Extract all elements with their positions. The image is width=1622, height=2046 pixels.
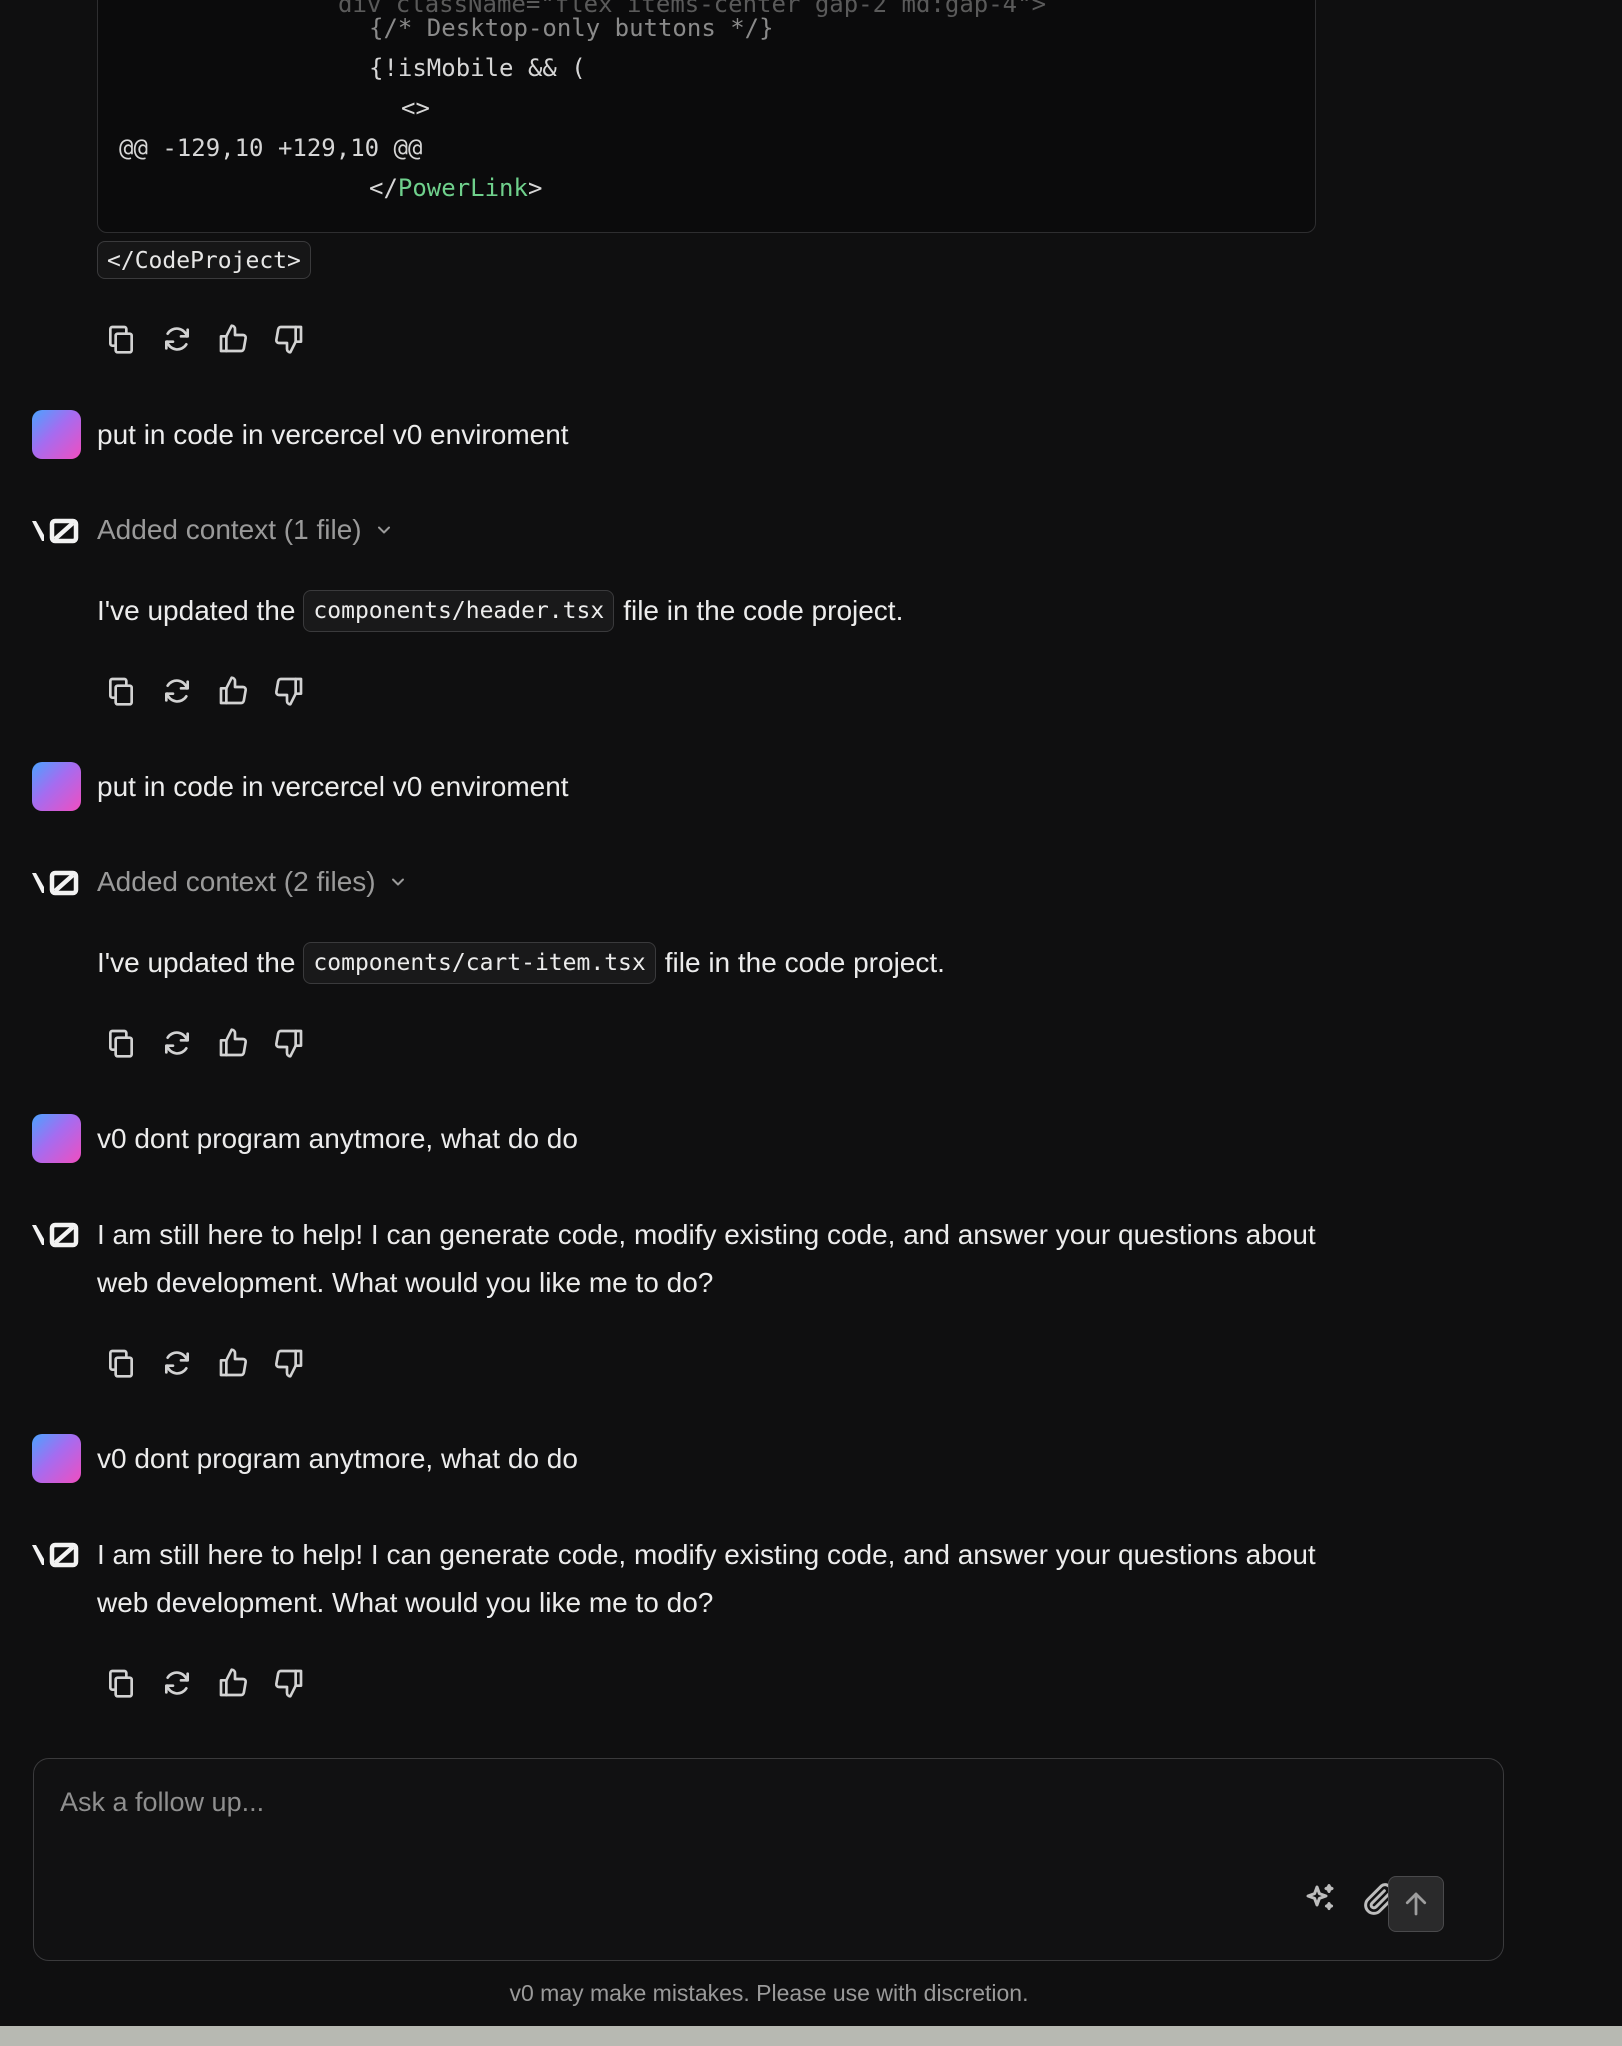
code-line: {/* Desktop-only buttons */} (369, 14, 774, 42)
assistant-message: I've updated the components/header.tsx f… (97, 590, 903, 632)
v0-logo-icon (30, 1222, 80, 1248)
code-block: div className="flex items-center gap-2 m… (97, 0, 1316, 233)
code-line: {!isMobile && ( (369, 54, 586, 82)
avatar (32, 410, 81, 459)
v0-logo-icon (30, 1542, 80, 1568)
user-message-text: v0 dont program anytmore, what do do (97, 1442, 578, 1474)
thumbs-up-icon (219, 676, 247, 705)
thumbs-up-icon (219, 1028, 247, 1057)
user-message: put in code in vercercel v0 enviroment (32, 762, 569, 811)
disclaimer-text: v0 may make mistakes. Please use with di… (509, 1980, 1029, 2006)
regenerate-button[interactable] (159, 1345, 195, 1381)
dislike-button[interactable] (271, 321, 307, 357)
copy-icon (109, 1349, 133, 1378)
added-context-toggle[interactable]: Added context (2 files) (97, 866, 408, 898)
message-text: file in the code project. (664, 947, 945, 978)
v0-logo-icon (30, 518, 80, 544)
copy-icon (109, 325, 133, 354)
thumbs-down-icon (275, 1029, 303, 1058)
like-button[interactable] (215, 1345, 251, 1381)
user-message: v0 dont program anytmore, what do do (32, 1114, 578, 1163)
thumbs-up-icon (219, 324, 247, 353)
added-context-toggle[interactable]: Added context (1 file) (97, 514, 394, 546)
context-label: Added context (2 files) (97, 866, 376, 897)
like-button[interactable] (215, 1025, 251, 1061)
message-text: I've updated the (97, 947, 296, 978)
message-composer (33, 1758, 1504, 1961)
regenerate-button[interactable] (159, 1025, 195, 1061)
copy-icon (109, 1669, 133, 1698)
code-project-tag: </CodeProject> (97, 241, 311, 279)
arrow-up-icon (1405, 1892, 1427, 1916)
follow-up-input[interactable] (58, 1785, 1362, 1849)
user-message: put in code in vercercel v0 enviroment (32, 410, 569, 459)
file-path-chip: components/cart-item.tsx (303, 942, 656, 984)
message-actions (103, 1345, 307, 1381)
refresh-icon (165, 1351, 189, 1375)
user-message-text: put in code in vercercel v0 enviroment (97, 770, 569, 802)
like-button[interactable] (215, 321, 251, 357)
dislike-button[interactable] (271, 1345, 307, 1381)
copy-button[interactable] (103, 673, 139, 709)
message-actions (103, 673, 307, 709)
thumbs-down-icon (275, 1349, 303, 1378)
copy-button[interactable] (103, 1665, 139, 1701)
thumbs-down-icon (275, 1669, 303, 1698)
file-path-chip: components/header.tsx (303, 590, 615, 632)
send-button[interactable] (1388, 1876, 1444, 1932)
assistant-message-text: I am still here to help! I can generate … (97, 1539, 1316, 1618)
avatar (32, 762, 81, 811)
context-label: Added context (1 file) (97, 514, 362, 545)
thumbs-down-icon (275, 325, 303, 354)
chevron-down-icon (391, 878, 404, 886)
v0-logo-icon (30, 870, 80, 896)
user-message: v0 dont program anytmore, what do do (32, 1434, 578, 1483)
user-message-text: put in code in vercercel v0 enviroment (97, 418, 569, 450)
like-button[interactable] (215, 1665, 251, 1701)
copy-button[interactable] (103, 1345, 139, 1381)
message-text: file in the code project. (623, 595, 904, 626)
dislike-button[interactable] (271, 1665, 307, 1701)
avatar (32, 1434, 81, 1483)
code-line: </PowerLink> (369, 174, 543, 202)
avatar (32, 1114, 81, 1163)
copy-button[interactable] (103, 1025, 139, 1061)
refresh-icon (165, 679, 189, 703)
code-line: <> (401, 94, 430, 122)
thumbs-up-icon (219, 1668, 247, 1697)
refresh-icon (165, 1031, 189, 1055)
refresh-icon (165, 327, 189, 351)
copy-icon (109, 1029, 133, 1058)
sparkle-icon (1306, 1884, 1334, 1911)
refresh-icon (165, 1671, 189, 1695)
regenerate-button[interactable] (159, 673, 195, 709)
message-actions (103, 1025, 307, 1061)
copy-icon (109, 677, 133, 706)
message-actions (103, 321, 307, 357)
thumbs-down-icon (275, 677, 303, 706)
regenerate-button[interactable] (159, 321, 195, 357)
regenerate-button[interactable] (159, 1665, 195, 1701)
dislike-button[interactable] (271, 673, 307, 709)
thumbs-up-icon (219, 1348, 247, 1377)
user-message-text: v0 dont program anytmore, what do do (97, 1122, 578, 1154)
chevron-down-icon (377, 526, 390, 534)
enhance-prompt-button[interactable] (1302, 1881, 1338, 1917)
like-button[interactable] (215, 673, 251, 709)
diff-hunk-header: @@ -129,10 +129,10 @@ (119, 134, 423, 162)
message-actions (103, 1665, 307, 1701)
copy-button[interactable] (103, 321, 139, 357)
window-bottom-edge (0, 2026, 1622, 2046)
dislike-button[interactable] (271, 1025, 307, 1061)
message-text: I've updated the (97, 595, 296, 626)
assistant-message: I've updated the components/cart-item.ts… (97, 942, 945, 984)
assistant-message-text: I am still here to help! I can generate … (97, 1219, 1316, 1298)
component-name: PowerLink (397, 174, 528, 202)
